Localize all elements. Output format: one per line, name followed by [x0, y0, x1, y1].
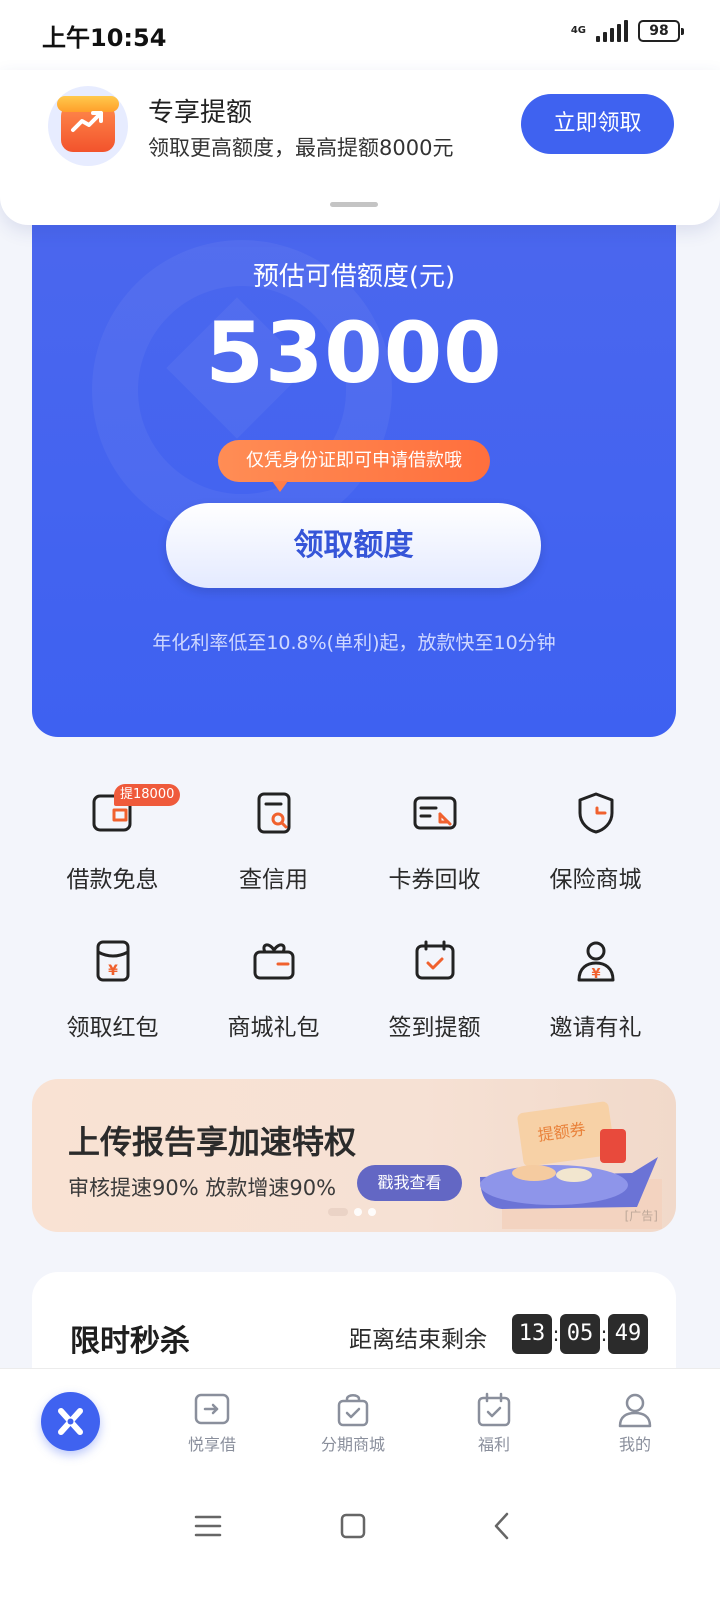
countdown-hours: 13: [512, 1314, 552, 1354]
grid-item-checkin[interactable]: 签到提额: [354, 938, 515, 1058]
grid-item-insurance-mall[interactable]: 保险商城: [515, 790, 676, 910]
carousel-dot: [368, 1208, 376, 1216]
grid-item-label: 签到提额: [388, 1015, 481, 1041]
tab-label: 福利: [477, 1435, 510, 1454]
grid-item-mall-gift[interactable]: 商城礼包: [193, 938, 354, 1058]
grid-item-label: 借款免息: [66, 867, 159, 893]
svg-text:¥: ¥: [591, 967, 600, 982]
status-time: 上午10:54: [42, 24, 167, 52]
grid-item-label: 商城礼包: [227, 1015, 320, 1041]
menu-icon[interactable]: [188, 1506, 228, 1546]
grid-item-label: 保险商城: [549, 867, 642, 893]
grid-item-label: 邀请有礼: [549, 1015, 642, 1041]
system-navigation-bar: [0, 1474, 720, 1600]
rate-note: 年化利率低至10.8%(单利)起，放款快至10分钟: [152, 632, 556, 654]
shield-icon: [578, 792, 614, 834]
id-card-tip-bubble: 仅凭身份证即可申请借款哦: [218, 440, 490, 482]
claim-now-button[interactable]: 立即领取: [521, 94, 674, 154]
user-icon: [618, 1393, 652, 1428]
svg-text:¥: ¥: [108, 963, 118, 979]
limit-label: 预估可借额度(元): [252, 262, 456, 292]
carousel-dot: [354, 1208, 362, 1216]
tab-mine[interactable]: 我的: [585, 1391, 685, 1455]
claim-limit-button[interactable]: 领取额度: [166, 503, 541, 588]
view-now-button[interactable]: 戳我查看: [357, 1165, 462, 1201]
gift-chart-icon: [48, 86, 128, 166]
timer-separator: :: [600, 1322, 608, 1346]
red-packet-icon: ¥: [96, 940, 130, 982]
gift-box-icon: [253, 943, 295, 980]
grid-item-card-recycle[interactable]: 卡券回收: [354, 790, 515, 910]
signal-icon: [596, 20, 628, 42]
promo-sheet[interactable]: 专享提额 领取更高额度，最高提额8000元 立即领取: [0, 70, 720, 225]
grid-item-label: 查信用: [239, 867, 308, 893]
invite-user-icon: ¥: [577, 941, 615, 982]
ad-banner[interactable]: 上传报告享加速特权 审核提速90% 放款增速90% 戳我查看 提额券 [广告]: [32, 1079, 676, 1232]
loan-tab-icon: [194, 1393, 230, 1425]
grid-item-loan-free-interest[interactable]: 提18000 借款免息: [32, 784, 193, 910]
bottom-tab-bar: 悦享借 分期商城 福利 我的: [0, 1368, 720, 1474]
status-icons: 4G 98: [570, 20, 684, 42]
flash-sale-title: 限时秒杀: [70, 1324, 190, 1359]
increase-badge: 提18000: [114, 784, 181, 806]
countdown-minutes: 05: [560, 1314, 600, 1354]
tab-yuexiangjie[interactable]: 悦享借: [162, 1391, 262, 1455]
carousel-dots: [328, 1208, 376, 1216]
sheet-drag-handle[interactable]: [330, 202, 378, 207]
status-bar: 上午10:54 4G 98: [0, 0, 720, 70]
grid-item-label: 领取红包: [66, 1015, 159, 1041]
limit-amount: 53000: [205, 304, 503, 402]
back-arrow-icon[interactable]: [482, 1506, 522, 1546]
shopping-bag-icon: [337, 1394, 369, 1427]
home-square-icon[interactable]: [333, 1506, 373, 1546]
battery-icon: 98: [638, 20, 684, 42]
credit-search-icon: [257, 792, 291, 834]
countdown-label: 距离结束剩余: [349, 1327, 487, 1353]
ad-title: 上传报告享加速特权: [68, 1123, 357, 1161]
home-logo-icon: [58, 1408, 83, 1435]
countdown-seconds: 49: [608, 1314, 648, 1354]
grid-item-credit-check[interactable]: 查信用: [193, 790, 354, 910]
ad-subtitle: 审核提速90% 放款增速90%: [68, 1176, 337, 1200]
promo-title: 专享提额: [148, 98, 253, 128]
carousel-dot-active: [328, 1208, 348, 1216]
grid-item-invite[interactable]: ¥ 邀请有礼: [515, 938, 676, 1058]
timer-separator: :: [552, 1322, 560, 1346]
tab-welfare[interactable]: 福利: [444, 1391, 544, 1455]
network-label: 4G: [570, 25, 586, 36]
calendar-check-icon: [477, 1392, 511, 1427]
credit-limit-card: 预估可借额度(元) 53000 仅凭身份证即可申请借款哦 领取额度 年化利率低至…: [32, 200, 676, 737]
countdown-timer: 13 : 05 : 49: [512, 1314, 648, 1354]
grid-item-label: 卡券回收: [388, 867, 481, 893]
promo-subtitle: 领取更高额度，最高提额8000元: [148, 136, 454, 160]
calendar-check-icon: [415, 940, 455, 980]
ad-tag: [广告]: [624, 1209, 658, 1223]
grid-item-red-packet[interactable]: ¥ 领取红包: [32, 938, 193, 1058]
tab-home[interactable]: [41, 1392, 100, 1451]
card-recycle-icon: [413, 796, 457, 830]
tab-label: 我的: [618, 1435, 651, 1454]
trend-arrow-icon: [71, 111, 103, 132]
tab-label: 分期商城: [320, 1435, 385, 1454]
tab-label: 悦享借: [187, 1435, 236, 1454]
tab-installment-mall[interactable]: 分期商城: [303, 1391, 403, 1455]
tip-bubble-tail: [272, 481, 288, 492]
